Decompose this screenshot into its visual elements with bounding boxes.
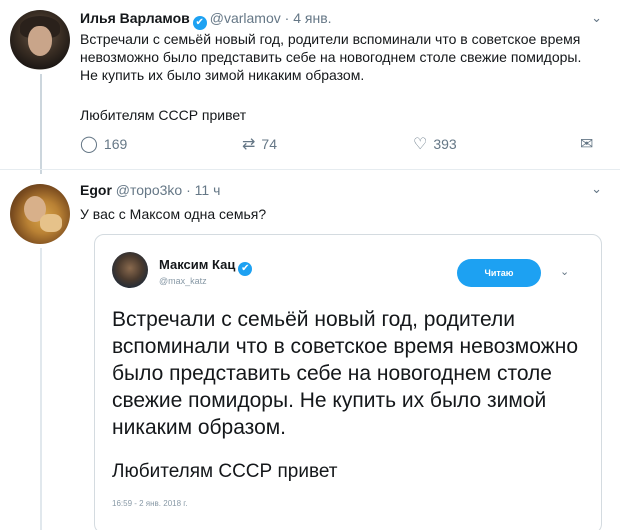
quoted-author-name[interactable]: Максим Кац ✔ [159,257,255,276]
direct-message-button[interactable]: ✉ [580,134,599,154]
verified-icon: ✔ [192,16,207,30]
tweet-actions: ◯ 169 ⇄ 74 ♡ 393 ✉ [80,134,605,154]
author-handle[interactable]: @varlamov [210,10,281,26]
tweet-date[interactable]: 4 янв. [293,10,331,26]
tweet-egor[interactable]: Egor @торо3ko · 11 ч ⌄ У вас с Максом од… [0,171,620,530]
reply-icon: ◯ [80,136,98,153]
quoted-tweet-text-tail: Любителям СССР привет [112,461,338,482]
author-name[interactable]: Egor [80,182,112,198]
author-handle[interactable]: @торо3ko [116,182,182,198]
tweet-text-tail: Любителям СССР привет [80,107,247,123]
tweet-text: Встречали с семьёй новый год, родители в… [80,31,582,83]
envelope-icon: ✉ [580,136,594,153]
heart-icon: ♡ [413,136,428,153]
retweet-button[interactable]: ⇄ 74 [242,134,277,154]
retweet-icon: ⇄ [242,136,256,153]
avatar[interactable] [10,184,70,244]
avatar[interactable] [10,10,70,70]
tweet-date[interactable]: 11 ч [195,182,221,198]
like-button[interactable]: ♡ 393 [413,134,457,154]
tweet-varlamov[interactable]: Илья Варламов ✔ @varlamov · 4 янв. ⌄ Встре… [0,0,620,170]
retweet-count: 74 [261,136,277,152]
tweet-text: У вас с Максом одна семья? [80,206,267,222]
following-button[interactable]: Читаю [457,259,541,287]
tweet-header: Илья Варламов ✔ @varlamov · 4 янв. [80,10,332,30]
chevron-down-icon[interactable]: ⌄ [591,181,602,197]
author-name[interactable]: Илья Варламов [80,10,190,26]
like-count: 393 [433,136,457,152]
separator: · [284,10,290,26]
quoted-avatar[interactable] [112,252,148,288]
reply-button[interactable]: ◯ 169 [80,134,127,154]
tweet-header: Egor @торо3ko · 11 ч [80,182,220,198]
quoted-author-handle[interactable]: @max_katz [159,276,207,286]
chevron-down-icon[interactable]: ⌄ [560,265,569,278]
quoted-tweet-text: Встречали с семьёй новый год, родители в… [112,308,579,439]
separator: · [186,182,191,198]
chevron-down-icon[interactable]: ⌄ [591,10,602,26]
quoted-timestamp[interactable]: 16:59 - 2 янв. 2018 г. [112,499,187,508]
reply-count: 169 [103,136,128,152]
quoted-tweet-card[interactable]: Максим Кац ✔ @max_katz Читаю ⌄ Встречали … [94,234,602,530]
verified-icon: ✔ [238,262,253,276]
